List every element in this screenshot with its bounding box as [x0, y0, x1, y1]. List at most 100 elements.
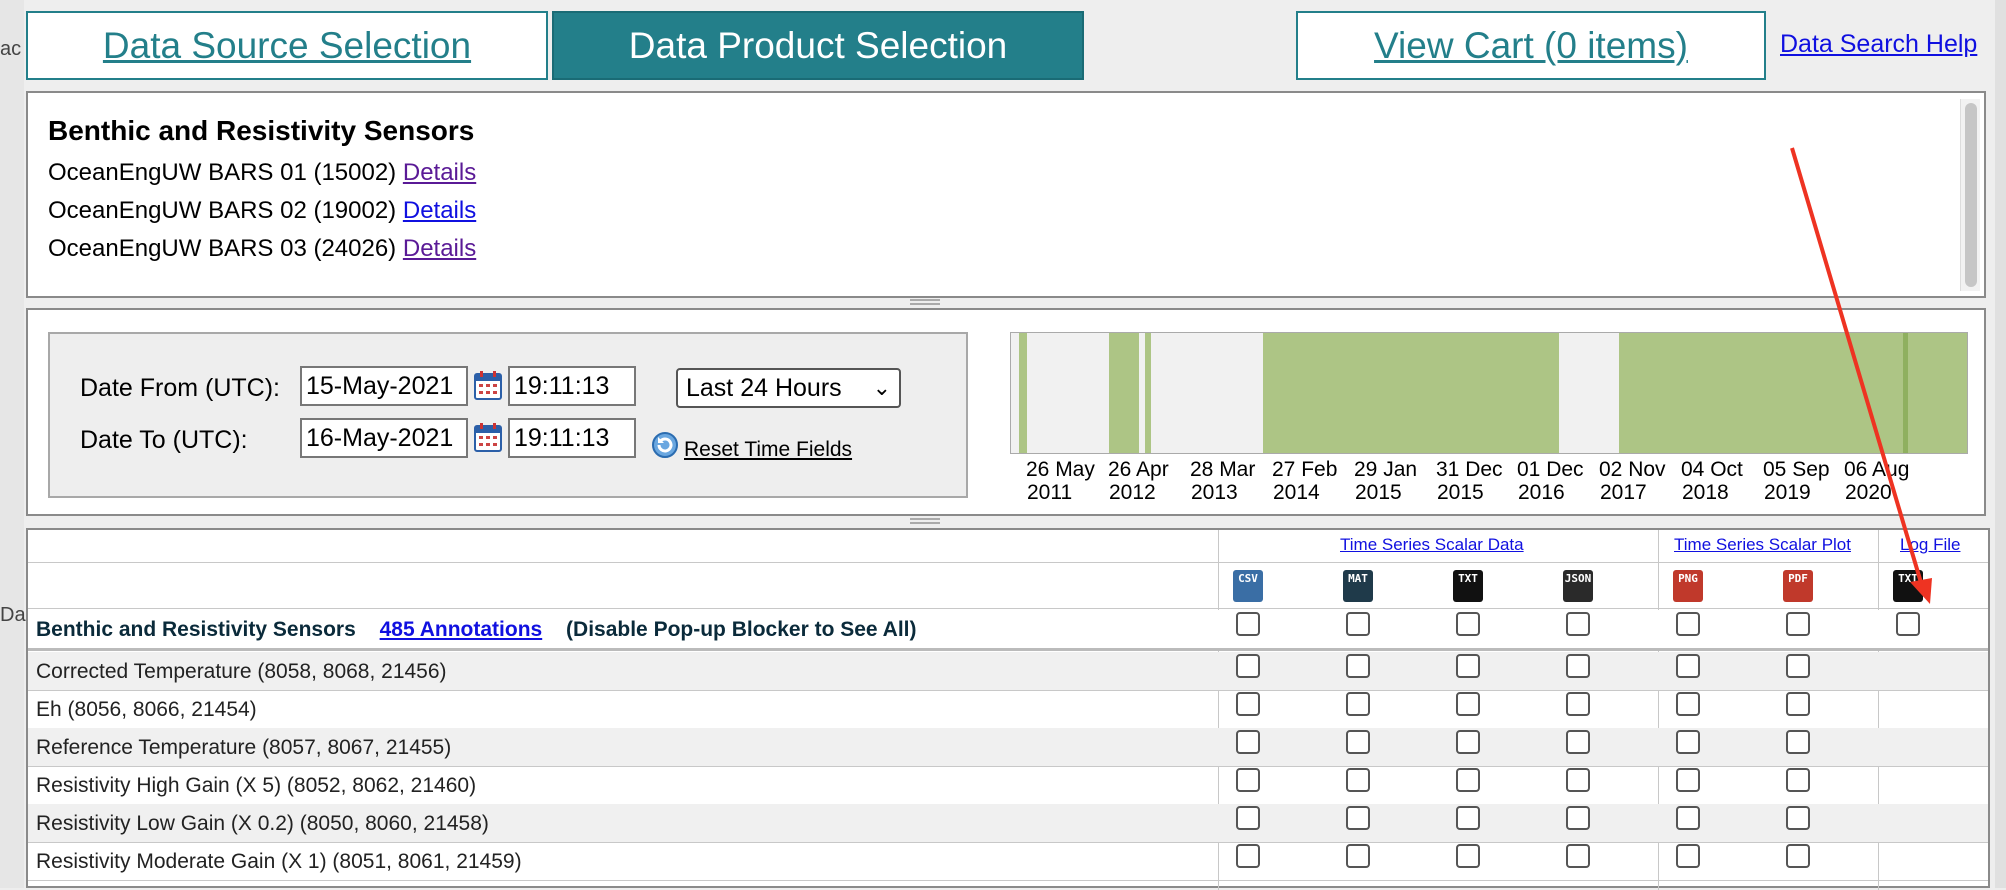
format-checkbox[interactable]	[1236, 806, 1260, 830]
format-checkbox[interactable]	[1346, 730, 1370, 754]
format-checkbox[interactable]	[1236, 768, 1260, 792]
left-window-edge: ac Da	[0, 0, 26, 888]
timeline-tick-label: 31 Dec 2015	[1436, 458, 1503, 504]
format-checkbox[interactable]	[1566, 806, 1590, 830]
right-window-edge	[1995, 0, 2006, 888]
format-checkbox[interactable]	[1676, 730, 1700, 754]
pdf-icon: PDF	[1783, 570, 1813, 602]
row-divider	[28, 608, 1988, 609]
format-checkbox[interactable]	[1786, 730, 1810, 754]
log-txt-icon: TXT	[1893, 570, 1923, 602]
device-item: OceanEngUW BARS 01 (15002) Details	[48, 159, 477, 186]
timeline-tick-label: 27 Feb 2014	[1272, 458, 1338, 504]
chevron-down-icon: ⌄	[872, 375, 891, 400]
resize-handle[interactable]	[910, 299, 940, 305]
format-checkbox[interactable]	[1346, 692, 1370, 716]
device-list-scrollbar[interactable]	[1960, 99, 1980, 291]
format-checkbox[interactable]	[1456, 844, 1480, 868]
timeline-tick-label: 26 Apr 2012	[1108, 458, 1169, 504]
time-series-scalar-plot-link[interactable]: Time Series Scalar Plot	[1674, 535, 1851, 555]
calendar-icon[interactable]	[474, 422, 502, 452]
group-row-label: Benthic and Resistivity Sensors 485 Anno…	[36, 618, 917, 641]
device-group-title: Benthic and Resistivity Sensors	[48, 115, 475, 146]
format-checkbox[interactable]	[1676, 612, 1700, 636]
format-checkbox[interactable]	[1346, 806, 1370, 830]
availability-segment	[1903, 333, 1908, 453]
row-divider	[28, 880, 1988, 881]
format-checkbox[interactable]	[1566, 844, 1590, 868]
format-checkbox[interactable]	[1676, 654, 1700, 678]
data-availability-timeline[interactable]	[1010, 332, 1968, 454]
format-checkbox[interactable]	[1566, 768, 1590, 792]
format-checkbox[interactable]	[1676, 844, 1700, 868]
availability-segment	[1263, 333, 1559, 453]
sensor-label: Corrected Temperature (8058, 8068, 21456…	[36, 660, 447, 683]
format-checkbox[interactable]	[1236, 692, 1260, 716]
format-checkbox[interactable]	[1346, 768, 1370, 792]
timeline-tick-label: 01 Dec 2016	[1517, 458, 1584, 504]
format-checkbox[interactable]	[1786, 692, 1810, 716]
device-details-link[interactable]: Details	[403, 159, 476, 186]
format-checkbox[interactable]	[1456, 768, 1480, 792]
resize-handle[interactable]	[910, 518, 940, 524]
format-checkbox[interactable]	[1346, 612, 1370, 636]
format-checkbox[interactable]	[1456, 806, 1480, 830]
edge-text-top: ac	[0, 38, 22, 60]
availability-segment	[1019, 333, 1027, 453]
format-checkbox[interactable]	[1236, 654, 1260, 678]
date-to-input[interactable]	[300, 418, 468, 458]
availability-segment	[1145, 333, 1151, 453]
date-from-label: Date From (UTC):	[80, 374, 280, 402]
format-checkbox[interactable]	[1786, 844, 1810, 868]
format-checkbox[interactable]	[1456, 612, 1480, 636]
format-checkbox[interactable]	[1786, 768, 1810, 792]
format-checkbox[interactable]	[1566, 730, 1590, 754]
format-checkbox[interactable]	[1346, 844, 1370, 868]
format-checkbox[interactable]	[1786, 654, 1810, 678]
time-to-input[interactable]	[508, 418, 636, 458]
device-list-panel: Benthic and Resistivity Sensors OceanEng…	[26, 91, 1986, 298]
format-checkbox[interactable]	[1676, 806, 1700, 830]
annotations-link[interactable]: 485 Annotations	[380, 618, 543, 641]
reset-time-fields-link[interactable]: Reset Time Fields	[684, 438, 852, 462]
log-file-link[interactable]: Log File	[1900, 535, 1960, 555]
format-checkbox[interactable]	[1346, 654, 1370, 678]
row-divider	[28, 562, 1988, 563]
format-checkbox[interactable]	[1456, 654, 1480, 678]
device-details-link[interactable]: Details	[403, 235, 476, 262]
format-checkbox[interactable]	[1566, 692, 1590, 716]
format-checkbox[interactable]	[1786, 806, 1810, 830]
format-checkbox[interactable]	[1456, 692, 1480, 716]
edge-text-bottom: Da	[0, 604, 26, 626]
calendar-icon[interactable]	[474, 370, 502, 400]
timeline-tick-label: 28 Mar 2013	[1190, 458, 1256, 504]
format-checkbox[interactable]	[1236, 612, 1260, 636]
data-search-help-link[interactable]: Data Search Help	[1780, 30, 1977, 59]
row-divider	[28, 648, 1988, 651]
date-to-label: Date To (UTC):	[80, 426, 248, 454]
format-checkbox[interactable]	[1456, 730, 1480, 754]
time-range-select[interactable]: Last 24 Hours ⌄	[676, 368, 901, 408]
time-series-scalar-data-link[interactable]: Time Series Scalar Data	[1340, 535, 1524, 555]
format-checkbox[interactable]	[1236, 844, 1260, 868]
format-checkbox[interactable]	[1676, 692, 1700, 716]
format-checkbox[interactable]	[1676, 768, 1700, 792]
csv-icon: CSV	[1233, 570, 1263, 602]
sensor-label: Resistivity Low Gain (X 0.2) (8050, 8060…	[36, 812, 489, 835]
format-checkbox[interactable]	[1566, 612, 1590, 636]
timeline-tick-label: 02 Nov 2017	[1599, 458, 1666, 504]
scrollbar-thumb[interactable]	[1965, 103, 1977, 287]
format-checkbox[interactable]	[1566, 654, 1590, 678]
refresh-icon[interactable]	[650, 430, 680, 460]
device-item: OceanEngUW BARS 02 (19002) Details	[48, 197, 477, 224]
device-details-link[interactable]: Details	[403, 197, 476, 224]
tab-data-product-selection[interactable]: Data Product Selection	[552, 11, 1084, 80]
view-cart-button[interactable]: View Cart (0 items)	[1296, 11, 1766, 80]
format-checkbox[interactable]	[1896, 612, 1920, 636]
time-from-input[interactable]	[508, 366, 636, 406]
date-from-input[interactable]	[300, 366, 468, 406]
format-checkbox[interactable]	[1786, 612, 1810, 636]
format-checkbox[interactable]	[1236, 730, 1260, 754]
tab-data-source-selection[interactable]: Data Source Selection	[26, 11, 548, 80]
time-range-panel: Date From (UTC): Date To (UTC): Last 24 …	[26, 308, 1986, 516]
